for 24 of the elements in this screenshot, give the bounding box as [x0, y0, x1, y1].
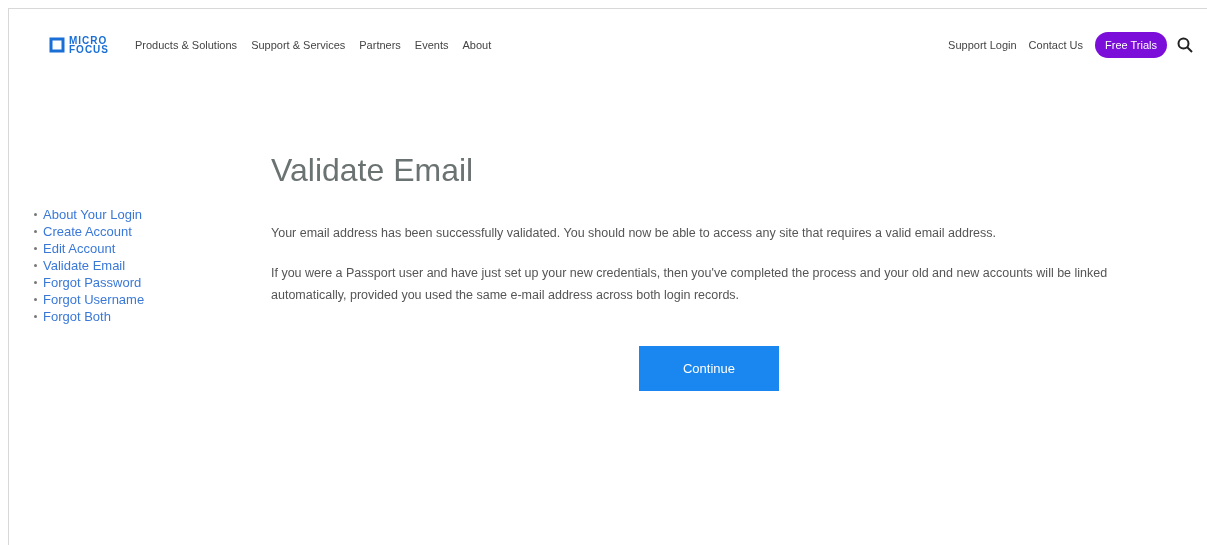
- body-paragraph: Your email address has been successfully validated. You should now be able to access any site that requires a valid email address.: [271, 225, 997, 242]
- search-icon[interactable]: [1177, 37, 1193, 53]
- logo[interactable]: MICRO FOCUS: [49, 36, 109, 54]
- bullet-icon: [34, 230, 37, 233]
- logo-text: FOCUS: [69, 45, 109, 54]
- bullet-icon: [34, 264, 37, 267]
- page-title: Validate Email: [271, 151, 475, 190]
- nav-link[interactable]: About: [462, 36, 492, 54]
- nav-link[interactable]: Events: [414, 36, 449, 54]
- nav-link[interactable]: Partners: [359, 36, 401, 54]
- bullet-icon: [34, 247, 37, 250]
- logo-square-icon: [49, 37, 65, 53]
- bullet-icon: [34, 213, 37, 216]
- logo-text: MICRO: [69, 36, 109, 45]
- nav-link[interactable]: Products & Solutions: [135, 36, 238, 54]
- bullet-icon: [34, 298, 37, 301]
- bullet-icon: [34, 281, 37, 284]
- bullet-icon: [34, 315, 37, 318]
- body-paragraph: If you were a Passport user and have just set up your new credentials, then you've completed the process and your old and new accounts will be linked automatically, provided you used the same e-mail address across both login records.: [271, 265, 1109, 304]
- free-trials-button[interactable]: Free Trials: [1095, 32, 1167, 58]
- utility-link[interactable]: Support Login: [948, 36, 1017, 54]
- utility-link[interactable]: Contact Us: [1028, 36, 1084, 54]
- continue-button[interactable]: Continue: [639, 346, 779, 391]
- nav-link[interactable]: Support & Services: [251, 36, 346, 54]
